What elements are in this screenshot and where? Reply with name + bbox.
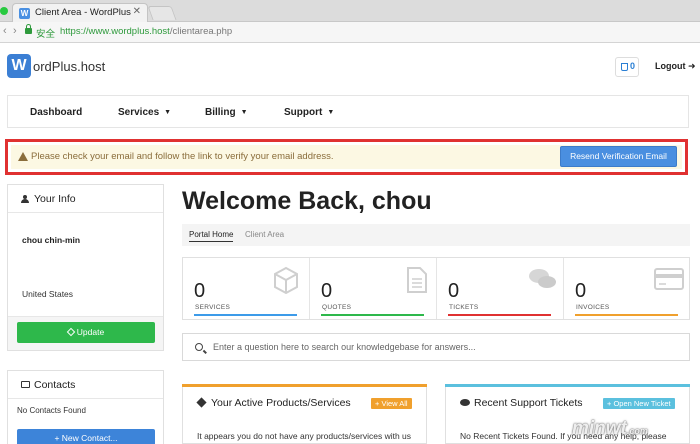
- url-input[interactable]: https://www.wordplus.host/clientarea.php: [60, 26, 232, 37]
- logo-text[interactable]: ordPlus.host: [33, 59, 105, 74]
- caret-down-icon: ▼: [164, 109, 172, 116]
- comments-icon: [460, 399, 470, 406]
- page-title: Welcome Back, chou: [182, 187, 432, 215]
- cart-button[interactable]: 0: [615, 57, 639, 77]
- caret-down-icon: ▼: [240, 109, 248, 116]
- support-tickets-card: Recent Support Tickets + Open New Ticket…: [445, 384, 690, 444]
- watermark: minwt.com: [572, 418, 648, 440]
- nav-services-label: Services: [118, 107, 160, 118]
- stats-tiles: 0 SERVICES 0 QUOTES 0 TICKETS 0 INVOICES: [182, 257, 690, 320]
- breadcrumb: Portal Home Client Area: [182, 224, 690, 246]
- watermark-text: minwt: [572, 418, 627, 439]
- contacts-title: Contacts: [34, 379, 76, 391]
- your-info-footer: Update: [8, 316, 163, 350]
- client-country: United States: [22, 289, 74, 299]
- update-button[interactable]: Update: [17, 322, 155, 343]
- search-icon: [195, 343, 203, 351]
- your-info-header: Your Info: [8, 185, 163, 213]
- contacts-header: Contacts: [8, 371, 163, 399]
- credit-card-icon: [654, 268, 684, 290]
- cube-icon: [274, 266, 298, 294]
- browser-tab-active[interactable]: W Client Area - WordPlus ✕: [12, 3, 148, 22]
- lock-icon: [25, 24, 32, 34]
- user-icon: [21, 195, 29, 203]
- knowledgebase-search[interactable]: Enter a question here to search our know…: [182, 333, 690, 361]
- stat-quotes[interactable]: 0 QUOTES: [310, 258, 437, 319]
- active-products-title: Your Active Products/Services: [211, 397, 351, 409]
- stat-tickets-label: TICKETS: [449, 304, 479, 311]
- window-zoom-button[interactable]: [0, 7, 8, 15]
- nav-dashboard[interactable]: Dashboard: [30, 107, 82, 118]
- url-base: https://www.wordplus.host: [60, 26, 170, 37]
- cart-icon: [621, 63, 628, 71]
- tab-title: Client Area - WordPlus: [35, 7, 131, 18]
- nav-services[interactable]: Services ▼: [118, 107, 171, 118]
- stat-invoices-value: 0: [575, 280, 587, 302]
- url-path: /clientarea.php: [169, 26, 233, 37]
- address-bar: ‹ › 安全 https://www.wordplus.host/clienta…: [0, 22, 700, 43]
- comments-icon: [529, 269, 556, 288]
- active-products-card: Your Active Products/Services + View All…: [182, 384, 427, 444]
- stat-quotes-value: 0: [321, 280, 333, 302]
- contacts-panel: Contacts No Contacts Found + New Contact…: [7, 370, 164, 444]
- cube-icon: [196, 397, 207, 408]
- stat-invoices-bar: [575, 314, 678, 316]
- new-contact-button[interactable]: + New Contact...: [17, 429, 155, 444]
- logout-link[interactable]: Logout ➜: [655, 61, 696, 72]
- new-tab-button[interactable]: [147, 6, 177, 20]
- alert-highlight: Please check your email and follow the l…: [5, 139, 688, 175]
- breadcrumb-current: Client Area: [245, 230, 285, 239]
- stat-invoices[interactable]: 0 INVOICES: [564, 258, 691, 319]
- back-arrow-icon[interactable]: ‹: [3, 25, 7, 37]
- warning-icon: [18, 152, 28, 161]
- caret-down-icon: ▼: [327, 109, 335, 116]
- folder-icon: [21, 381, 30, 388]
- nav-dashboard-label: Dashboard: [30, 107, 83, 118]
- nav-billing-label: Billing: [205, 107, 236, 118]
- browser-tab-bar: W Client Area - WordPlus ✕: [0, 0, 700, 22]
- stat-invoices-label: INVOICES: [576, 304, 610, 311]
- main-navbar: Dashboard Services ▼ Billing ▼ Support ▼: [7, 95, 689, 128]
- stat-quotes-bar: [321, 314, 424, 316]
- knowledgebase-search-input[interactable]: Enter a question here to search our know…: [213, 342, 476, 352]
- open-new-ticket-button[interactable]: + Open New Ticket: [603, 398, 675, 409]
- support-tickets-accent: [445, 384, 690, 387]
- alert-text: Please check your email and follow the l…: [31, 151, 334, 162]
- logout-icon: ➜: [688, 61, 696, 71]
- nav-support[interactable]: Support ▼: [284, 107, 334, 118]
- logo-icon[interactable]: W: [7, 54, 31, 78]
- document-icon: [407, 267, 427, 293]
- stat-tickets-bar: [448, 314, 551, 316]
- secure-label: 安全: [36, 29, 56, 40]
- client-name: chou chin-min: [22, 235, 81, 245]
- stat-tickets-value: 0: [448, 280, 460, 302]
- your-info-panel: Your Info chou chin-min United States Up…: [7, 184, 164, 351]
- logout-label: Logout: [655, 61, 686, 71]
- view-all-button[interactable]: + View All: [371, 398, 412, 409]
- pencil-icon: [66, 327, 76, 337]
- watermark-suffix: .com: [626, 426, 648, 436]
- nav-billing[interactable]: Billing ▼: [205, 107, 248, 118]
- tab-favicon-icon: W: [19, 8, 30, 19]
- active-products-accent: [182, 384, 427, 387]
- forward-arrow-icon[interactable]: ›: [13, 25, 17, 37]
- cart-count: 0: [630, 61, 636, 71]
- breadcrumb-portal-home[interactable]: Portal Home: [189, 230, 234, 242]
- nav-support-label: Support: [284, 107, 323, 118]
- active-products-text: It appears you do not have any products/…: [197, 431, 412, 441]
- resend-verification-button[interactable]: Resend Verification Email: [560, 146, 677, 167]
- your-info-title: Your Info: [34, 193, 76, 205]
- contacts-empty-text: No Contacts Found: [17, 406, 86, 415]
- update-label: Update: [76, 327, 105, 337]
- stat-services[interactable]: 0 SERVICES: [183, 258, 310, 319]
- stat-services-value: 0: [194, 280, 206, 302]
- verification-alert: Please check your email and follow the l…: [11, 145, 682, 169]
- tab-close-icon[interactable]: ✕: [133, 6, 141, 17]
- support-tickets-title: Recent Support Tickets: [474, 397, 583, 409]
- stat-quotes-label: QUOTES: [322, 304, 352, 311]
- stat-services-label: SERVICES: [195, 304, 231, 311]
- stat-tickets[interactable]: 0 TICKETS: [437, 258, 564, 319]
- stat-services-bar: [194, 314, 297, 316]
